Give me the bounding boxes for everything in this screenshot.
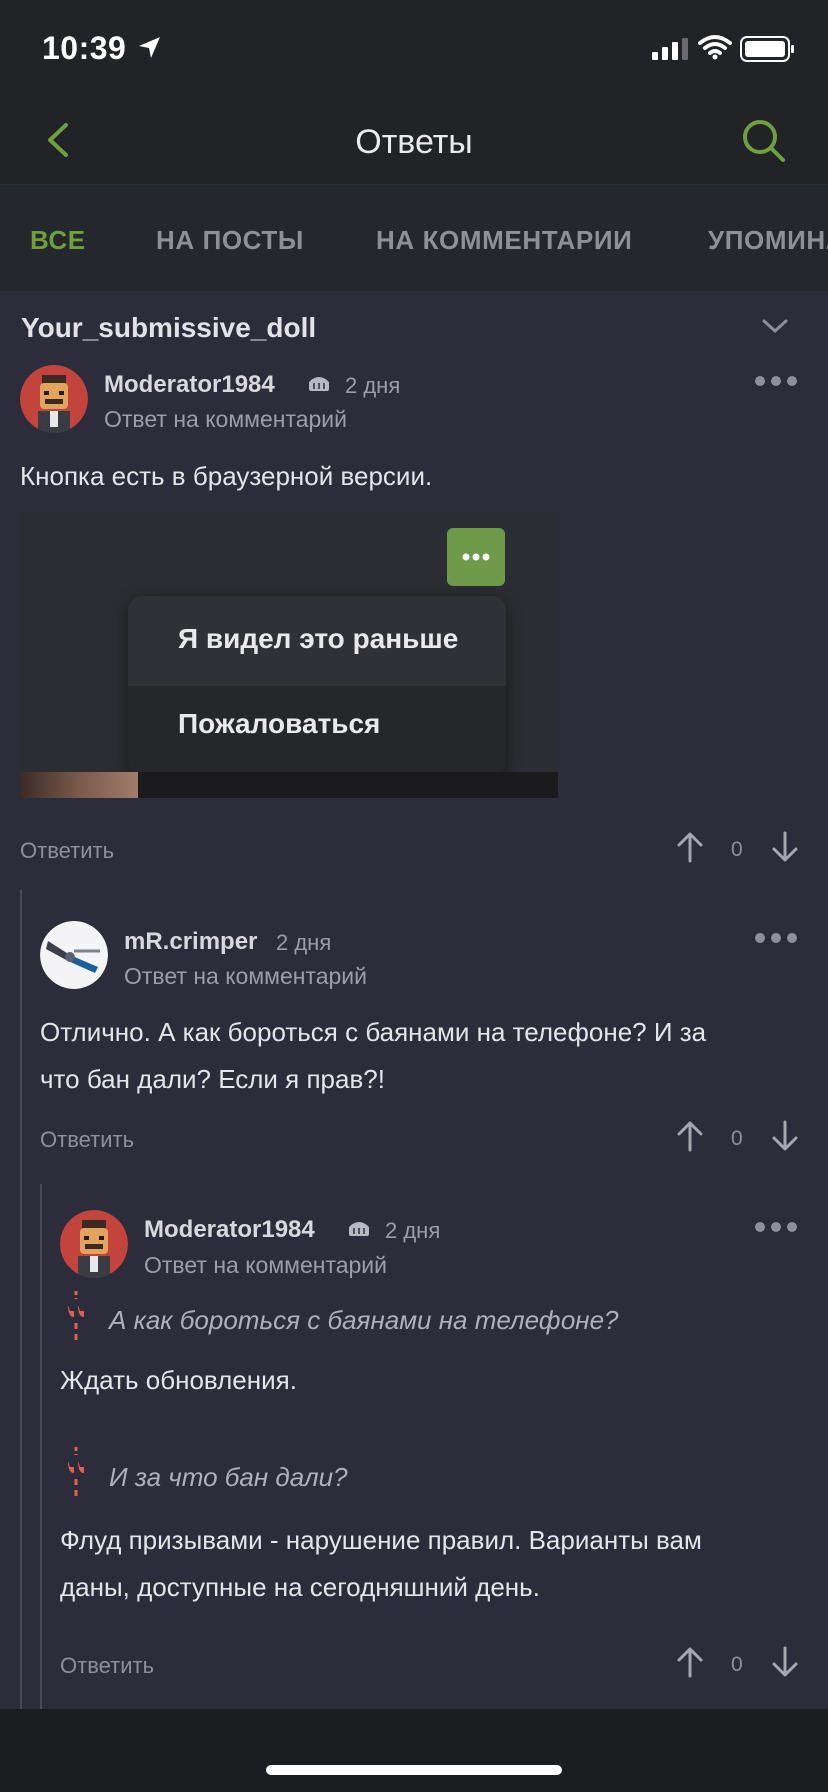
- thread-line: [40, 1184, 42, 1709]
- thread-line: [20, 890, 22, 1709]
- comment-text-line: даны, доступные на сегодняшний день.: [60, 1572, 540, 1602]
- tab-posts[interactable]: НА ПОСТЫ: [156, 225, 304, 256]
- chevron-down-icon[interactable]: [760, 317, 790, 335]
- comment-text-line: что бан дали? Если я прав?!: [40, 1064, 385, 1094]
- vote-count: 0: [731, 1127, 743, 1150]
- more-options-icon: [462, 553, 490, 561]
- image-context-menu: Я видел это раньше Пожаловаться: [128, 596, 506, 776]
- quote-text: А как бороться с баянами на телефоне?: [109, 1305, 619, 1335]
- search-icon[interactable]: [738, 115, 790, 167]
- vote-count: 0: [731, 838, 743, 861]
- image-dark-strip: [138, 772, 558, 798]
- bottom-bar: [0, 1709, 828, 1792]
- image-photo-fragment: [20, 772, 138, 798]
- avatar[interactable]: [20, 365, 88, 433]
- quote-text: И за что бан дали?: [109, 1462, 348, 1492]
- downvote-icon[interactable]: [771, 831, 799, 863]
- quote-icon: [68, 1291, 84, 1345]
- comment-image[interactable]: Я видел это раньше Пожаловаться: [20, 512, 558, 798]
- comment-text-line: Ждать обновления.: [60, 1365, 297, 1395]
- wifi-icon: [698, 35, 732, 60]
- comment-author[interactable]: Moderator1984: [104, 371, 275, 399]
- upvote-icon[interactable]: [676, 831, 704, 863]
- cake-icon: [309, 377, 329, 391]
- upvote-icon[interactable]: [676, 1646, 704, 1678]
- vote-count: 0: [731, 1653, 743, 1676]
- comment-text-line: Флуд призывами - нарушение правил. Вариа…: [60, 1525, 702, 1555]
- reply-button[interactable]: Ответить: [20, 838, 114, 864]
- more-options-icon[interactable]: [754, 932, 798, 944]
- comment-author[interactable]: Moderator1984: [144, 1216, 315, 1244]
- image-menu-item-report: Пожаловаться: [178, 708, 381, 739]
- comment-date: 2 дня: [276, 930, 332, 955]
- status-time: 10:39: [42, 30, 127, 66]
- nav-bar: Ответы: [0, 95, 828, 185]
- post-title[interactable]: Your_submissive_doll: [21, 312, 316, 344]
- reply-button[interactable]: Ответить: [40, 1127, 134, 1153]
- cellular-signal-icon: [652, 38, 688, 60]
- tab-mentions[interactable]: УПОМИНАНИЯ: [708, 225, 828, 256]
- image-menu-item-seen: Я видел это раньше: [178, 623, 459, 654]
- downvote-icon[interactable]: [771, 1646, 799, 1678]
- more-options-icon[interactable]: [754, 375, 798, 387]
- status-bar: 10:39: [0, 0, 828, 95]
- upvote-icon[interactable]: [676, 1120, 704, 1152]
- comment-text-line: Отлично. А как бороться с баянами на тел…: [40, 1017, 707, 1047]
- more-options-icon[interactable]: [754, 1221, 798, 1233]
- cake-icon: [349, 1222, 369, 1236]
- comment-reply-context: Ответ на комментарий: [104, 406, 348, 432]
- comment-author[interactable]: mR.crimper: [124, 928, 257, 956]
- comment-date: 2 дня: [345, 373, 401, 398]
- comment-reply-context: Ответ на комментарий: [144, 1252, 388, 1278]
- downvote-icon[interactable]: [771, 1120, 799, 1152]
- location-arrow-icon: [139, 37, 160, 58]
- battery-icon: [740, 36, 794, 62]
- comment-text: Кнопка есть в браузерной версии.: [20, 461, 433, 491]
- tab-comments[interactable]: НА КОММЕНТАРИИ: [376, 225, 632, 256]
- replies-feed: Your_submissive_doll Moderator1984 2 дня…: [0, 291, 828, 1709]
- quote-icon: [68, 1447, 84, 1501]
- comment-reply-context: Ответ на комментарий: [124, 963, 368, 989]
- home-indicator[interactable]: [266, 1765, 562, 1775]
- comment-date: 2 дня: [385, 1218, 441, 1243]
- avatar[interactable]: [40, 921, 108, 989]
- tab-all[interactable]: ВСЕ: [30, 225, 86, 256]
- avatar[interactable]: [60, 1210, 128, 1278]
- reply-button[interactable]: Ответить: [60, 1653, 154, 1679]
- image-more-button: [447, 528, 505, 586]
- tab-bar: ВСЕ НА ПОСТЫ НА КОММЕНТАРИИ УПОМИНАНИЯ: [0, 185, 828, 291]
- page-title: Ответы: [355, 123, 473, 161]
